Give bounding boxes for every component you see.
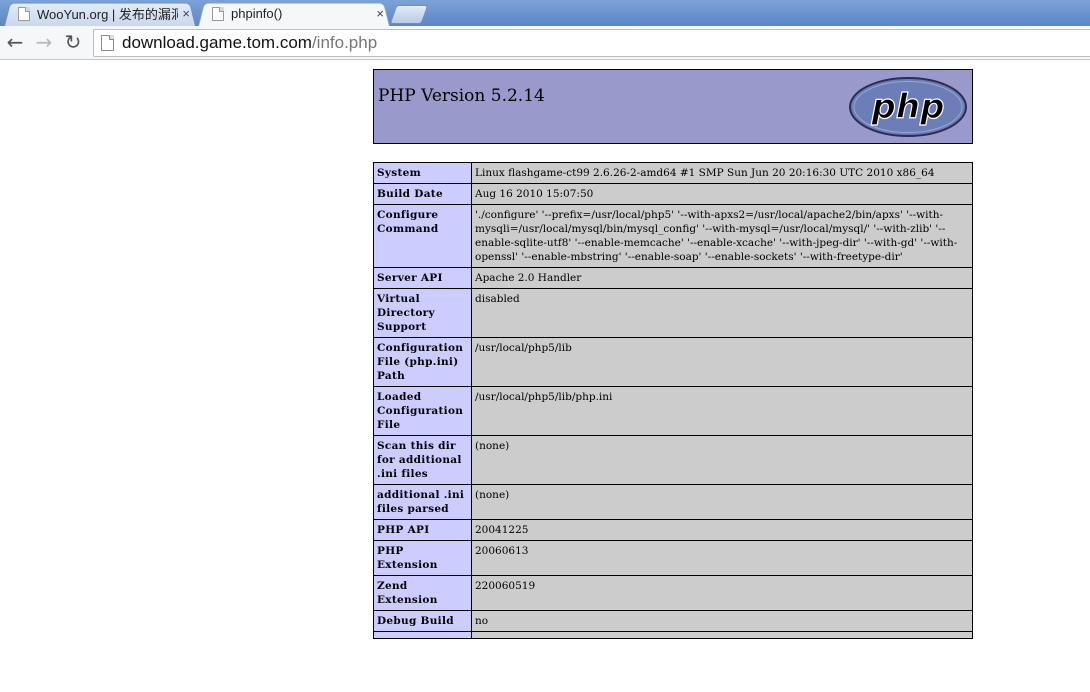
- row-label: Build Date: [373, 183, 472, 205]
- back-arrow-icon[interactable]: ←: [3, 30, 27, 54]
- row-value: no: [471, 610, 973, 632]
- row-value: /usr/local/php5/lib: [471, 337, 973, 387]
- table-row: Build Date Aug 16 2010 15:07:50: [373, 183, 973, 205]
- row-label: System: [373, 162, 472, 184]
- phpinfo-page: PHP Version 5.2.14 php System Linux flash…: [373, 69, 973, 639]
- row-value: 20041225: [471, 519, 973, 541]
- table-row: Configure Command './configure' '--prefix…: [373, 204, 973, 268]
- row-label: Configure Command: [373, 204, 472, 268]
- row-value: Aug 16 2010 15:07:50: [471, 183, 973, 205]
- url-path: /info.php: [311, 33, 378, 52]
- table-row: Server API Apache 2.0 Handler: [373, 267, 973, 289]
- phpinfo-table: System Linux flashgame-ct99 2.6.26-2-amd6…: [373, 162, 973, 639]
- phpinfo-header: PHP Version 5.2.14 php: [373, 69, 973, 144]
- table-row: Loaded Configuration File/usr/local/php5…: [373, 386, 973, 436]
- url-host: download.game.tom.com: [122, 33, 312, 52]
- table-row: Zend Extension 220060519: [373, 575, 973, 611]
- row-value: './configure' '--prefix=/usr/local/php5'…: [471, 204, 973, 268]
- table-row: Configuration File (php.ini) Path/usr/lo…: [373, 337, 973, 387]
- table-row: Debug Build no: [373, 610, 973, 632]
- tab-wooyun[interactable]: WooYun.org | 发布的漏洞 ×: [4, 1, 196, 26]
- page-icon: [212, 6, 224, 21]
- row-label: Server API: [373, 267, 472, 289]
- table-row: Virtual Directory Support disabled: [373, 288, 973, 338]
- reload-icon[interactable]: ↻: [61, 30, 85, 54]
- row-value: (none): [471, 484, 973, 520]
- row-value: /usr/local/php5/lib/php.ini: [471, 386, 973, 436]
- forward-arrow-icon[interactable]: →: [32, 30, 56, 54]
- row-label: PHP Extension: [373, 540, 472, 576]
- row-label: additional .ini files parsed: [373, 484, 472, 520]
- row-label: PHP API: [373, 519, 472, 541]
- row-value: [471, 631, 973, 639]
- row-label: Debug Build: [373, 610, 472, 632]
- url-text[interactable]: download.game.tom.com/info.php: [122, 33, 377, 53]
- page-icon: [101, 35, 114, 51]
- browser-toolbar: ← → ↻ download.game.tom.com/info.php: [0, 26, 1090, 60]
- row-label: [373, 631, 472, 639]
- tab-title: WooYun.org | 发布的漏洞: [37, 7, 179, 22]
- tab-title: phpinfo(): [231, 6, 283, 21]
- tab-strip: WooYun.org | 发布的漏洞 × phpinfo() ×: [0, 0, 1090, 26]
- row-label: Zend Extension: [373, 575, 472, 611]
- table-row: PHP Extension 20060613: [373, 540, 973, 576]
- close-icon[interactable]: ×: [376, 6, 384, 21]
- page-title: PHP Version 5.2.14: [378, 86, 545, 106]
- row-value: (none): [471, 435, 973, 485]
- close-icon[interactable]: ×: [182, 6, 190, 21]
- address-bar[interactable]: download.game.tom.com/info.php: [93, 29, 1090, 57]
- row-value: 20060613: [471, 540, 973, 576]
- row-label: Scan this dir for additional .ini files: [373, 435, 472, 485]
- row-value: disabled: [471, 288, 973, 338]
- table-row: PHP API 20041225: [373, 519, 973, 541]
- table-row: [373, 631, 973, 639]
- row-label: Virtual Directory Support: [373, 288, 472, 338]
- table-row: Scan this dir for additional .ini files(…: [373, 435, 973, 485]
- row-label: Configuration File (php.ini) Path: [373, 337, 472, 387]
- row-value: Apache 2.0 Handler: [471, 267, 973, 289]
- logo-text: php: [871, 87, 945, 127]
- row-label: Loaded Configuration File: [373, 386, 472, 436]
- row-value: Linux flashgame-ct99 2.6.26-2-amd64 #1 S…: [471, 162, 973, 184]
- page-icon: [18, 6, 30, 21]
- php-logo[interactable]: php: [848, 76, 968, 138]
- row-value: 220060519: [471, 575, 973, 611]
- table-row: additional .ini files parsed (none): [373, 484, 973, 520]
- new-tab-button[interactable]: [389, 5, 429, 24]
- table-row: System Linux flashgame-ct99 2.6.26-2-amd6…: [373, 162, 973, 184]
- tab-phpinfo[interactable]: phpinfo() ×: [198, 1, 390, 26]
